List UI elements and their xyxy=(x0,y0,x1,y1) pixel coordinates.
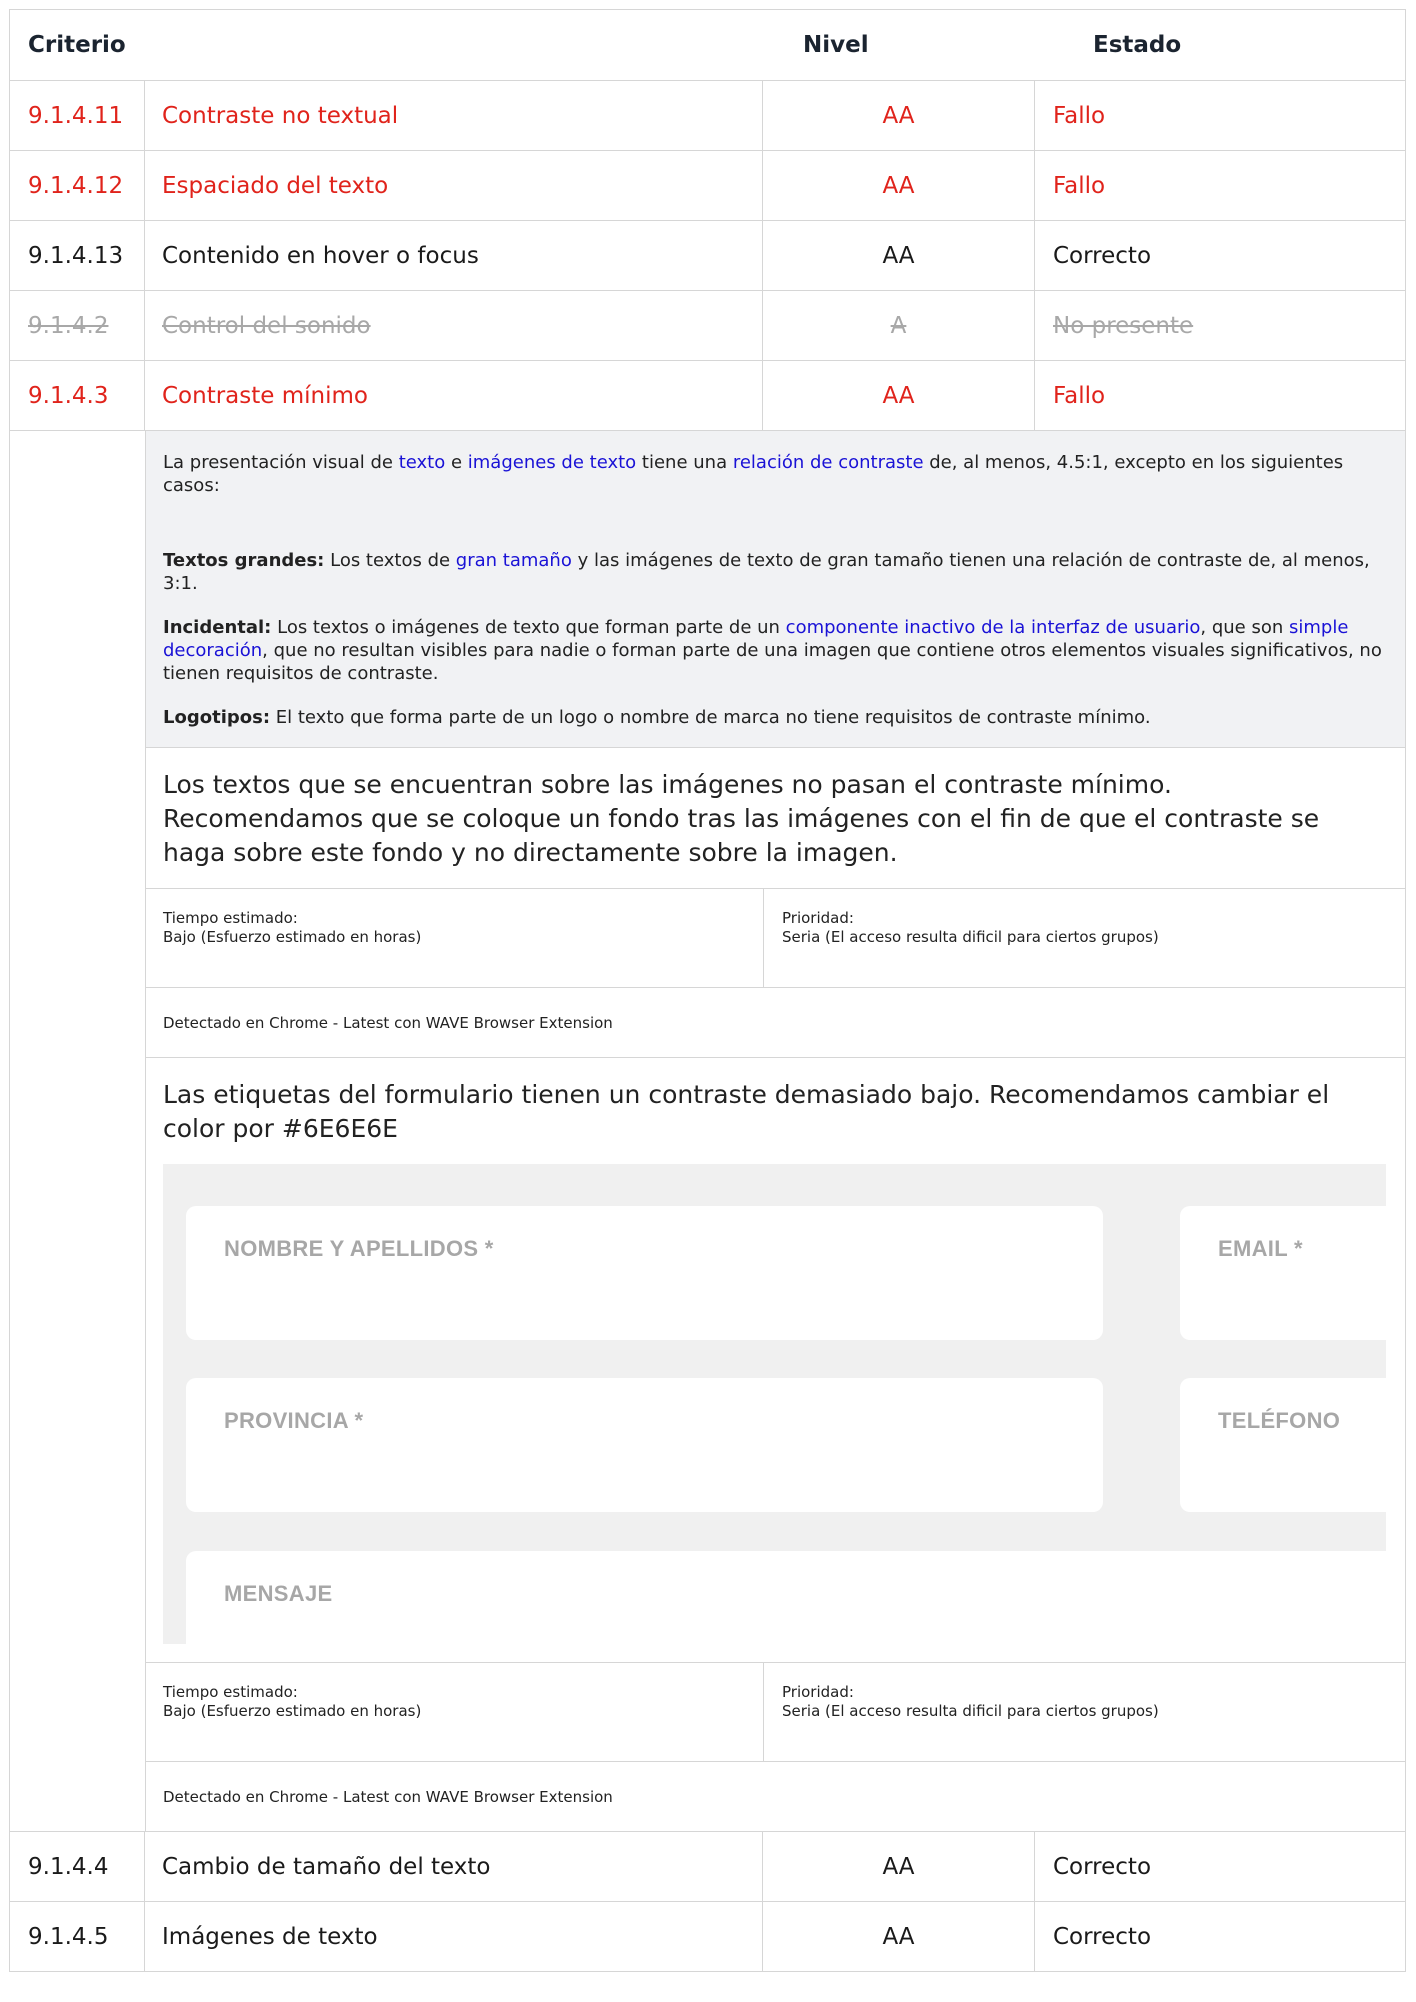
issue-meta: Tiempo estimado: Bajo (Esfuerzo estimado… xyxy=(146,888,1405,988)
priority-value: Seria (El acceso resulta dificil para ci… xyxy=(782,928,1159,946)
estimated-time-label: Tiempo estimado: xyxy=(163,1683,298,1701)
criterion-name: Contraste mínimo xyxy=(145,361,763,430)
criterion-details: La presentación visual de texto e imágen… xyxy=(10,431,1405,1832)
criterion-name: Contraste no textual xyxy=(145,81,763,150)
criterion-status: Correcto xyxy=(1053,1923,1152,1950)
link-gran-tamano[interactable]: gran tamaño xyxy=(456,550,572,571)
text: La presentación visual de xyxy=(163,452,399,473)
estimated-time: Tiempo estimado: Bajo (Esfuerzo estimado… xyxy=(146,889,764,987)
detected-note: Detectado en Chrome - Latest con WAVE Br… xyxy=(163,1787,613,1806)
description-intro: La presentación visual de texto e imágen… xyxy=(163,451,1389,497)
form-label-nombre: NOMBRE Y APELLIDOS * xyxy=(224,1236,494,1261)
issue-text: Las etiquetas del formulario tienen un c… xyxy=(163,1080,1330,1143)
form-label-mensaje: MENSAJE xyxy=(224,1581,333,1606)
criterion-level: AA xyxy=(763,151,1035,220)
criterion-id: 9.1.4.3 xyxy=(10,361,145,430)
criterion-name: Control del sonido xyxy=(145,291,763,360)
text: El texto que forma parte de un logo o no… xyxy=(270,707,1151,728)
estimated-time-value: Bajo (Esfuerzo estimado en horas) xyxy=(163,928,422,946)
form-label-telefono: TELÉFONO xyxy=(1218,1408,1341,1433)
link-imagenes-de-texto[interactable]: imágenes de texto xyxy=(468,452,636,473)
header-estado: Estado xyxy=(1093,32,1182,58)
text: e xyxy=(445,452,468,473)
table-row[interactable]: 9.1.4.4 Cambio de tamaño del texto AA Co… xyxy=(10,1832,1405,1902)
table-row[interactable]: 9.1.4.11 Contraste no textual AA Fallo xyxy=(10,81,1405,151)
description-logotipos: Logotipos: El texto que forma parte de u… xyxy=(163,706,1389,729)
priority: Prioridad: Seria (El acceso resulta difi… xyxy=(764,1663,1405,1761)
criterion-id: 9.1.4.5 xyxy=(10,1902,145,1971)
table-row[interactable]: 9.1.4.12 Espaciado del texto AA Fallo xyxy=(10,151,1405,221)
table-row[interactable]: 9.1.4.5 Imágenes de texto AA Correcto xyxy=(10,1902,1405,1972)
details-spacer xyxy=(10,431,146,1831)
term: Logotipos: xyxy=(163,707,271,728)
estimated-time: Tiempo estimado: Bajo (Esfuerzo estimado… xyxy=(146,1663,764,1761)
text: Los textos de xyxy=(324,550,456,571)
header-nivel: Nivel xyxy=(803,32,869,58)
description-incidental: Incidental: Los textos o imágenes de tex… xyxy=(163,616,1389,685)
criterion-id: 9.1.4.2 xyxy=(10,291,145,360)
form-screenshot: NOMBRE Y APELLIDOS * EMAIL * PROVINCIA *… xyxy=(163,1164,1386,1644)
accessibility-criteria-table: Criterio Nivel Estado 9.1.4.11 Contraste… xyxy=(9,9,1406,1972)
form-label-email: EMAIL * xyxy=(1218,1236,1303,1261)
issue-meta: Tiempo estimado: Bajo (Esfuerzo estimado… xyxy=(146,1662,1405,1762)
description-textos-grandes: Textos grandes: Los textos de gran tamañ… xyxy=(163,549,1389,595)
table-row[interactable]: 9.1.4.13 Contenido en hover o focus AA C… xyxy=(10,221,1405,291)
form-field-telefono: TELÉFONO xyxy=(1180,1378,1386,1512)
text: , que no resultan visibles para nadie o … xyxy=(163,640,1382,684)
term: Incidental: xyxy=(163,617,272,638)
criterion-status: Correcto xyxy=(1053,242,1152,269)
estimated-time-value: Bajo (Esfuerzo estimado en horas) xyxy=(163,1702,422,1720)
form-field-provincia: PROVINCIA * xyxy=(186,1378,1103,1512)
form-field-nombre: NOMBRE Y APELLIDOS * xyxy=(186,1206,1103,1340)
form-label-provincia: PROVINCIA * xyxy=(224,1408,364,1433)
detected-note: Detectado en Chrome - Latest con WAVE Br… xyxy=(146,988,1405,1058)
header-criterio: Criterio xyxy=(28,32,126,58)
table-header: Criterio Nivel Estado xyxy=(10,9,1405,81)
criterion-status: Fallo xyxy=(1053,172,1106,199)
criterion-level: AA xyxy=(763,1902,1035,1971)
link-relacion-de-contraste[interactable]: relación de contraste xyxy=(733,452,924,473)
estimated-time-label: Tiempo estimado: xyxy=(163,909,298,927)
form-field-email: EMAIL * xyxy=(1180,1206,1386,1340)
criterion-description: La presentación visual de texto e imágen… xyxy=(146,431,1405,748)
criterion-name: Contenido en hover o focus xyxy=(145,221,763,290)
text: tiene una xyxy=(636,452,733,473)
criterion-id: 9.1.4.4 xyxy=(10,1832,145,1901)
criterion-status: Fallo xyxy=(1053,382,1106,409)
criterion-level: AA xyxy=(763,361,1035,430)
text: , que son xyxy=(1200,617,1289,638)
issue-text: Los textos que se encuentran sobre las i… xyxy=(163,770,1320,867)
criterion-id: 9.1.4.12 xyxy=(10,151,145,220)
link-componente-inactivo[interactable]: componente inactivo de la interfaz de us… xyxy=(786,617,1201,638)
criterion-level: A xyxy=(763,291,1035,360)
link-texto[interactable]: texto xyxy=(399,452,446,473)
criterion-status: Correcto xyxy=(1053,1853,1152,1880)
details-content: La presentación visual de texto e imágen… xyxy=(146,431,1405,1831)
criterion-name: Cambio de tamaño del texto xyxy=(145,1832,763,1901)
text: Los textos o imágenes de texto que forma… xyxy=(271,617,786,638)
criterion-id: 9.1.4.13 xyxy=(10,221,145,290)
criterion-level: AA xyxy=(763,81,1035,150)
criterion-name: Espaciado del texto xyxy=(145,151,763,220)
form-field-mensaje: MENSAJE xyxy=(186,1551,1386,1644)
priority-value: Seria (El acceso resulta dificil para ci… xyxy=(782,1702,1159,1720)
criterion-level: AA xyxy=(763,221,1035,290)
priority-label: Prioridad: xyxy=(782,909,854,927)
criterion-status: No presente xyxy=(1053,312,1194,339)
priority: Prioridad: Seria (El acceso resulta difi… xyxy=(764,889,1405,987)
table-row[interactable]: 9.1.4.2 Control del sonido A No presente xyxy=(10,291,1405,361)
criterion-id: 9.1.4.11 xyxy=(10,81,145,150)
priority-label: Prioridad: xyxy=(782,1683,854,1701)
criterion-level: AA xyxy=(763,1832,1035,1901)
criterion-status: Fallo xyxy=(1053,102,1106,129)
table-row[interactable]: 9.1.4.3 Contraste mínimo AA Fallo xyxy=(10,361,1405,431)
criterion-name: Imágenes de texto xyxy=(145,1902,763,1971)
term: Textos grandes: xyxy=(163,550,325,571)
